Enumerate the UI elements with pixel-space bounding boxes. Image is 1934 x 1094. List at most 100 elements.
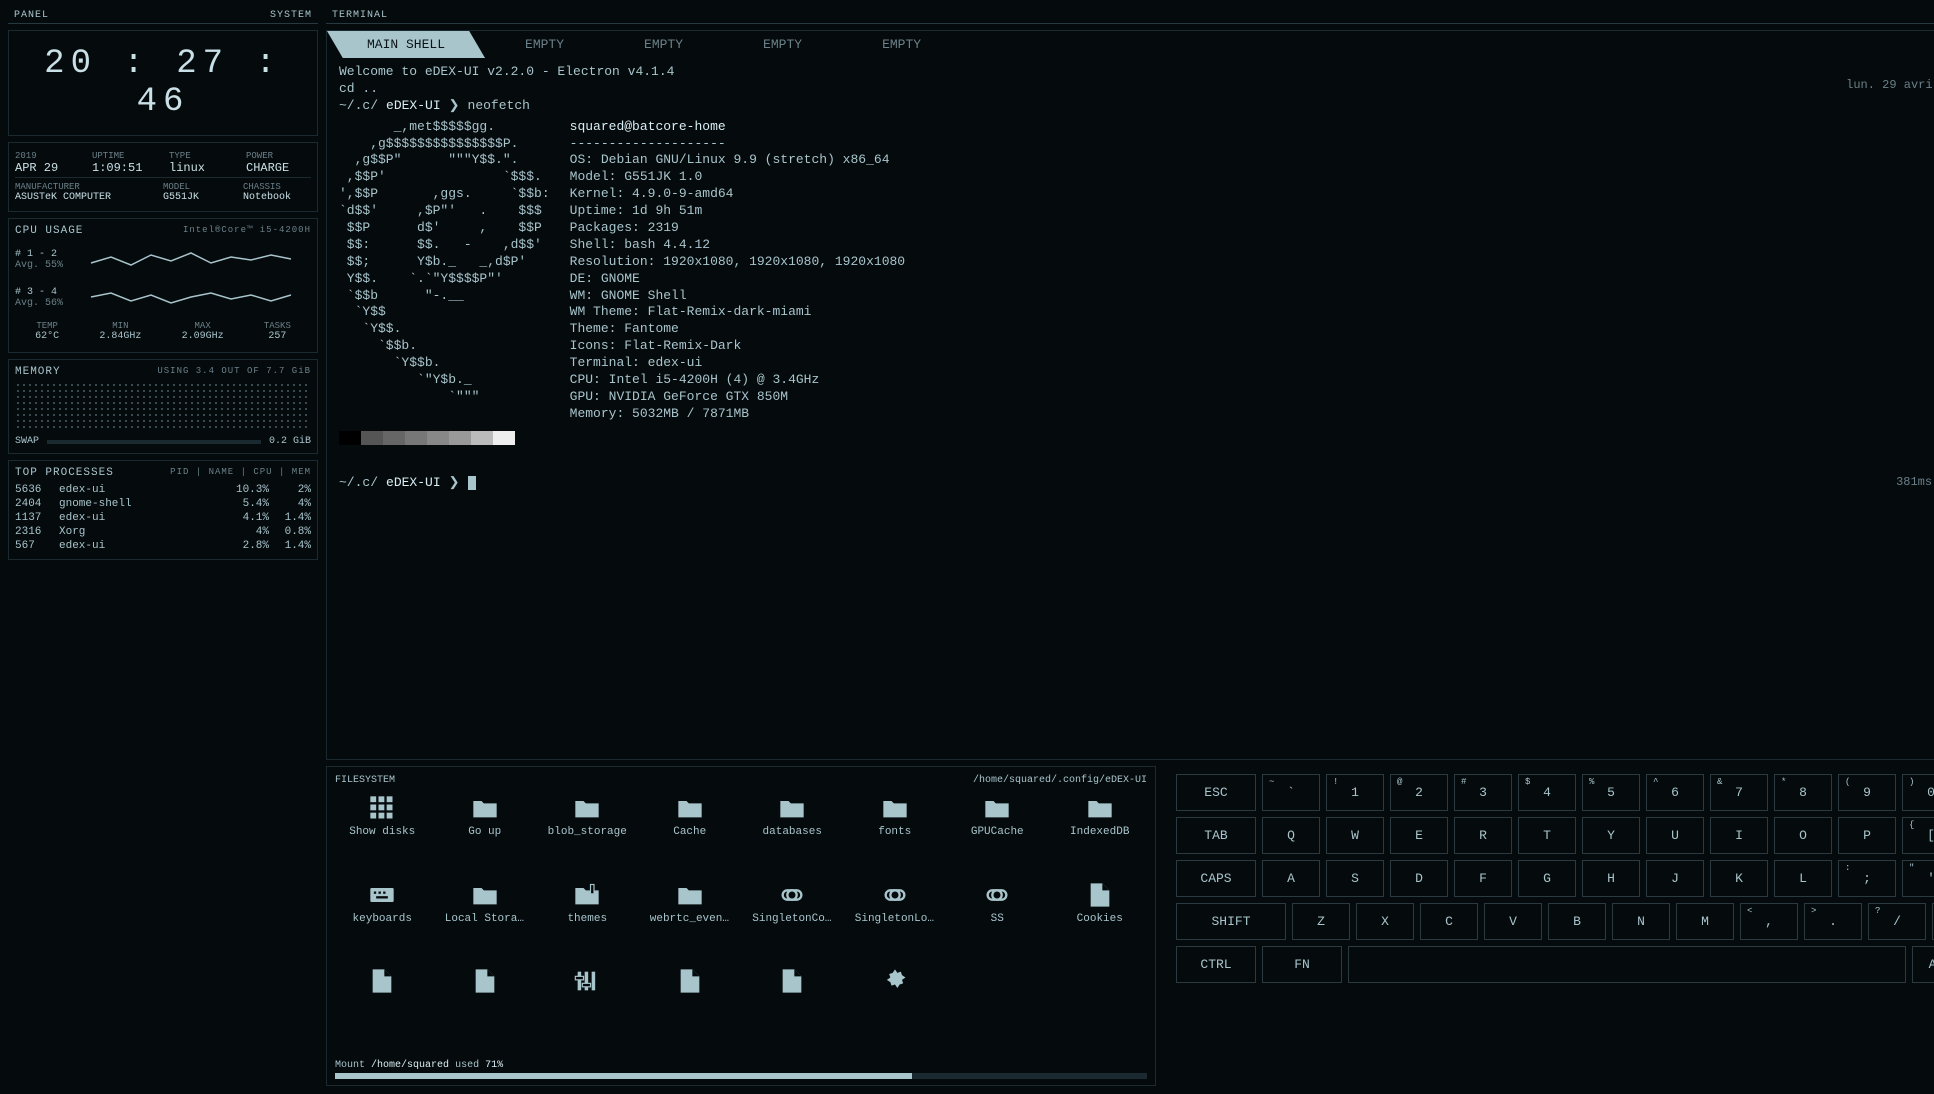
- key-n[interactable]: N: [1612, 903, 1670, 940]
- process-row[interactable]: 567edex-ui2.8%1.4%: [15, 539, 311, 553]
- swap-label: SWAP: [15, 436, 39, 447]
- filesystem-item[interactable]: databases: [745, 794, 840, 873]
- filesystem-item[interactable]: SingletonLock: [848, 881, 943, 960]
- key-1[interactable]: !1: [1326, 774, 1384, 811]
- key-caps[interactable]: CAPS: [1176, 860, 1256, 897]
- filesystem-item[interactable]: SingletonCo...: [745, 881, 840, 960]
- key-'[interactable]: "': [1902, 860, 1934, 897]
- key-space[interactable]: [1348, 946, 1906, 983]
- process-row[interactable]: 2316Xorg4%0.8%: [15, 525, 311, 539]
- filesystem-item[interactable]: [745, 967, 840, 1034]
- key-r[interactable]: R: [1454, 817, 1512, 854]
- key-k[interactable]: K: [1710, 860, 1768, 897]
- key-6[interactable]: ^6: [1646, 774, 1704, 811]
- processes-title: TOP PROCESSES: [15, 467, 114, 479]
- key-x[interactable]: X: [1356, 903, 1414, 940]
- filesystem-path: /home/squared/.config/eDEX-UI: [973, 775, 1147, 786]
- key-5[interactable]: %5: [1582, 774, 1640, 811]
- key-h[interactable]: H: [1582, 860, 1640, 897]
- chassis-value: Notebook: [243, 192, 311, 203]
- key-y[interactable]: Y: [1582, 817, 1640, 854]
- filesystem-item[interactable]: Cache: [643, 794, 738, 873]
- key-altgr[interactable]: ALT GR: [1912, 946, 1934, 983]
- memory-visualization: [15, 382, 311, 432]
- filesystem-item[interactable]: Show disks: [335, 794, 430, 873]
- filesystem-item[interactable]: [643, 967, 738, 1034]
- filesystem-item[interactable]: Cookies: [1053, 881, 1148, 960]
- key-a[interactable]: A: [1262, 860, 1320, 897]
- link-icon: [879, 881, 911, 909]
- filesystem-item[interactable]: [848, 967, 943, 1034]
- key-fn[interactable]: FN: [1262, 946, 1342, 983]
- key-d[interactable]: D: [1390, 860, 1448, 897]
- key-2[interactable]: @2: [1390, 774, 1448, 811]
- process-row[interactable]: 2404gnome-shell5.4%4%: [15, 497, 311, 511]
- filesystem-item[interactable]: SS: [950, 881, 1045, 960]
- filesystem-item[interactable]: fonts: [848, 794, 943, 873]
- filesystem-item[interactable]: blob_storage: [540, 794, 635, 873]
- key-;[interactable]: :;: [1838, 860, 1896, 897]
- key-.[interactable]: >.: [1804, 903, 1862, 940]
- cursor: [468, 476, 476, 490]
- key-[[interactable]: {[: [1902, 817, 1934, 854]
- key-9[interactable]: (9: [1838, 774, 1896, 811]
- key-shift[interactable]: SHIFT: [1176, 903, 1286, 940]
- terminal-body[interactable]: lun. 29 avril 20 lun. 29 avril 2019 20:2…: [327, 58, 1934, 759]
- filesystem-item[interactable]: themes: [540, 881, 635, 960]
- folder-icon: [469, 881, 501, 909]
- cpu-chart-1: [71, 245, 311, 275]
- filesystem-item[interactable]: [335, 967, 430, 1034]
- key-u[interactable]: U: [1646, 817, 1704, 854]
- filesystem-item[interactable]: keyboards: [335, 881, 430, 960]
- key-g[interactable]: G: [1518, 860, 1576, 897]
- key-`[interactable]: ~`: [1262, 774, 1320, 811]
- filesystem-item[interactable]: [438, 967, 533, 1034]
- filesystem-item[interactable]: Go up: [438, 794, 533, 873]
- folder-icon: [674, 794, 706, 822]
- key-7[interactable]: &7: [1710, 774, 1768, 811]
- key-ctrl-left[interactable]: CTRL: [1176, 946, 1256, 983]
- key-8[interactable]: *8: [1774, 774, 1832, 811]
- process-row[interactable]: 5636edex-ui10.3%2%: [15, 483, 311, 497]
- key-esc[interactable]: ESC: [1176, 774, 1256, 811]
- key-tab[interactable]: TAB: [1176, 817, 1256, 854]
- filesystem-item[interactable]: IndexedDB: [1053, 794, 1148, 873]
- color-palette: [339, 431, 1934, 445]
- memory-title: MEMORY: [15, 366, 61, 378]
- key-m[interactable]: M: [1676, 903, 1734, 940]
- terminal-tab[interactable]: MAIN SHELL: [327, 31, 485, 58]
- terminal-tab[interactable]: EMPTY: [485, 31, 604, 58]
- key-j[interactable]: J: [1646, 860, 1704, 897]
- key-l[interactable]: L: [1774, 860, 1832, 897]
- key-/[interactable]: ?/: [1868, 903, 1926, 940]
- key-w[interactable]: W: [1326, 817, 1384, 854]
- key-o[interactable]: O: [1774, 817, 1832, 854]
- key-,[interactable]: <,: [1740, 903, 1798, 940]
- filesystem-item[interactable]: GPUCache: [950, 794, 1045, 873]
- process-row[interactable]: 1137edex-ui4.1%1.4%: [15, 511, 311, 525]
- key-q[interactable]: Q: [1262, 817, 1320, 854]
- folder-brush-icon: [571, 881, 603, 909]
- key-s[interactable]: S: [1326, 860, 1384, 897]
- filesystem-item[interactable]: [540, 967, 635, 1034]
- key-c[interactable]: C: [1420, 903, 1478, 940]
- key-z[interactable]: Z: [1292, 903, 1350, 940]
- disk-progress-bar: [335, 1073, 912, 1079]
- key-4[interactable]: $4: [1518, 774, 1576, 811]
- key-t[interactable]: T: [1518, 817, 1576, 854]
- key-v[interactable]: V: [1484, 903, 1542, 940]
- key-e[interactable]: E: [1390, 817, 1448, 854]
- virtual-keyboard: ESC~`!1@2#3$4%5^6&7*8(9)0_-+=BACK TABQWE…: [1168, 766, 1934, 1086]
- terminal-tab[interactable]: EMPTY: [842, 31, 961, 58]
- filesystem-item[interactable]: Local Storage: [438, 881, 533, 960]
- key-b[interactable]: B: [1548, 903, 1606, 940]
- key-f[interactable]: F: [1454, 860, 1512, 897]
- key-i[interactable]: I: [1710, 817, 1768, 854]
- terminal-tab[interactable]: EMPTY: [604, 31, 723, 58]
- key-3[interactable]: #3: [1454, 774, 1512, 811]
- terminal-tab[interactable]: EMPTY: [723, 31, 842, 58]
- key-p[interactable]: P: [1838, 817, 1896, 854]
- key-0[interactable]: )0: [1902, 774, 1934, 811]
- filesystem-item[interactable]: webrtc_even...: [643, 881, 738, 960]
- cpu-temp: 62°C: [35, 331, 59, 342]
